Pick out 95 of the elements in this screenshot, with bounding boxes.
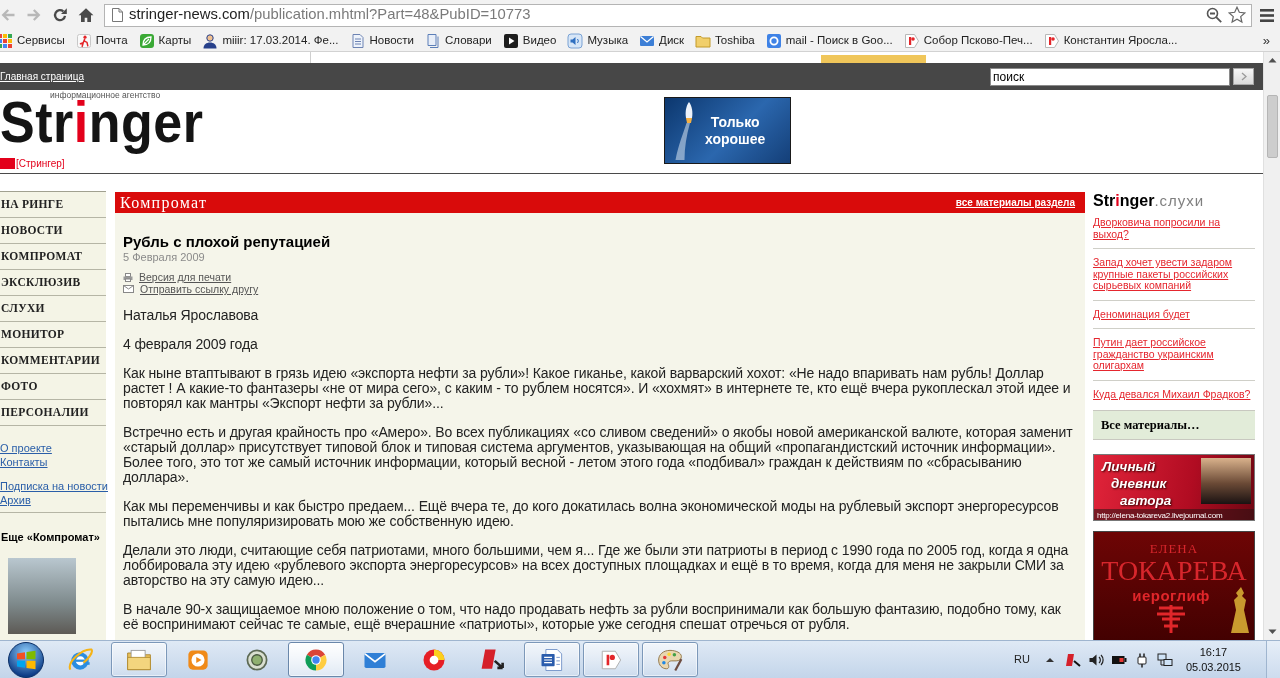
sidebar-link[interactable]: Путин дает российское гражданство украинским олигархам	[1093, 337, 1255, 372]
zoom-icon[interactable]	[1206, 7, 1222, 23]
bookmark[interactable]: Константин Яросла...	[1043, 32, 1178, 49]
nav-item[interactable]: НОВОСТИ	[0, 218, 106, 244]
bookmark[interactable]: Toshiba	[695, 32, 755, 49]
home-link[interactable]: Главная страница	[0, 70, 84, 83]
bookmark[interactable]: Музыка	[567, 32, 629, 49]
more-heading: Еще «Компромат»	[1, 531, 100, 545]
section-link[interactable]: все материалы раздела	[955, 196, 1075, 209]
play-icon	[502, 32, 519, 49]
bookmark[interactable]: Собор Псково-Печ...	[903, 32, 1033, 49]
ad-text: Только хорошее	[705, 113, 766, 148]
nav-link[interactable]: Архив	[0, 493, 31, 507]
nav-link[interactable]: Подписка на новости	[0, 480, 108, 494]
article-paragraph: Встречно есть и другая крайность про «Амеро». Во всех публикациях «со сливом сведений» о якобы новой американской валюте, которая заменит «старый доллар» присутствует типовой блок и типовая система аргументов, указывающая на общий «пропагандистский источник информации». Более того, это тот же самый источник информации, который весной - летом этого года «подбивал» граждан к действиям по «сбрасыванию доллара».	[123, 425, 1074, 485]
section-title: Компромат	[120, 193, 208, 212]
logo-tagline: информационное агентство	[50, 91, 161, 100]
nav-item[interactable]: ФОТО	[0, 374, 106, 400]
network-icon[interactable]	[1156, 651, 1173, 668]
home-icon[interactable]	[78, 7, 94, 23]
bookmark[interactable]: Сервисы	[0, 32, 65, 49]
taskbar-button[interactable]	[642, 642, 698, 677]
bookmark[interactable]: Почта	[75, 32, 128, 49]
logo-subtitle: [Стрингер]	[0, 157, 65, 169]
nav-link[interactable]: О проекте	[0, 442, 52, 456]
nav-item[interactable]: СЛУХИ	[0, 296, 106, 322]
nav-item[interactable]: КОМПРОМАТ	[0, 244, 106, 270]
apps-grid-icon	[0, 32, 13, 49]
bookmark[interactable]: Новости	[349, 32, 415, 49]
sidebar-link[interactable]: Дворковича попросили на выход?	[1093, 217, 1255, 240]
taskbar-button[interactable]	[288, 642, 344, 677]
photo-placeholder[interactable]	[8, 558, 76, 635]
url-text: stringer-news.com/publication.mhtml?Part=48&PubID=10773	[129, 6, 532, 24]
article-paragraph: Как ныне втаптывают в грязь идею «экспорта нефти за рубли»! Какое гиканье, какой варварский хохот: «Не надо впаривать нам рубль! Доллар растет ! А какие-то фантазеры «не от мира сего», с каким - то рублем носятся». И «хохмят» в интернете те, кто ещё вчера рукоплескал этой идее и повторял как мантры «Экспорт нефти за рубли»...	[123, 366, 1072, 411]
search-field[interactable]: поиск	[990, 67, 1230, 86]
taskbar-button[interactable]	[524, 642, 580, 677]
chevron-icon	[1240, 72, 1247, 81]
nav-item[interactable]: КОММЕНТАРИИ	[0, 348, 106, 374]
scroll-thumb[interactable]	[1266, 95, 1278, 158]
nav-item[interactable]: НА РИНГЕ	[0, 192, 106, 218]
bookmark[interactable]: Видео	[502, 32, 557, 49]
sidebar-link[interactable]: Куда девался Михаил Фрадков?	[1093, 388, 1255, 400]
more-bookmarks-button[interactable]: »	[1260, 34, 1272, 47]
all-materials-link[interactable]: Все материалы…	[1101, 417, 1200, 433]
star-icon[interactable]	[1228, 6, 1246, 24]
language-indicator[interactable]: RU	[1014, 652, 1030, 667]
bookmark[interactable]: mail - Поиск в Goo...	[765, 32, 893, 49]
tag-icon	[1043, 32, 1060, 49]
envelope-icon	[123, 285, 134, 293]
taskbar-button[interactable]	[111, 642, 167, 677]
nav-link[interactable]: Контакты	[0, 455, 48, 469]
reload-icon[interactable]	[52, 7, 68, 23]
photo-placeholder	[1201, 458, 1251, 504]
speaker-icon	[567, 32, 584, 49]
leaf-icon	[138, 32, 155, 49]
flag-icon[interactable]	[1064, 651, 1081, 668]
article-paragraph: Делали это люди, считающие себя патриотами, много большими, чем я... Где же были эти патриоты в период с 1990 года по 2005 год, когда я одна лоббировала эту идею «рублевого экспорта энергоресурсов» на всех доступных площадках и ещё в то время, когда для меня не закрыли СМИ за авторство на эту самую идею...	[123, 543, 1070, 588]
taskbar-button[interactable]	[583, 642, 639, 677]
ad-banner[interactable]: Только хорошее	[664, 97, 791, 164]
article-date: 5 Февраля 2009	[123, 251, 205, 264]
menu-icon[interactable]	[1260, 8, 1274, 22]
sidebar-link[interactable]: Деноминация будет	[1093, 308, 1255, 320]
bookmark[interactable]: Карты	[138, 32, 192, 49]
sidebar-link[interactable]: Запад хочет увести задаром крупные пакеты российских сырьевых компаний	[1093, 257, 1255, 292]
article-paragraph: В начале 90-х защищаемое мною положение о том, что надо продавать нефть за рубли воспринимали как большую фантазию, подобно тому, как её воспринимают сейчас те самые, ещё вчерашние «патриоты», которые уже сегодня спешат отречься от рубля.	[123, 602, 1062, 632]
nav-item[interactable]: МОНИТОР	[0, 322, 106, 348]
bookmark[interactable]: Диск	[639, 32, 685, 49]
article-title: Рубль с плохой репутацией	[123, 233, 331, 251]
section-logo: Stringer.слухи	[1093, 192, 1205, 209]
article-author: Наталья Ярославова	[123, 308, 260, 323]
page-icon	[112, 8, 123, 22]
tag-icon	[903, 32, 920, 49]
clock[interactable]: 16:17 05.03.2015	[1185, 644, 1241, 675]
author-last-name: ТОКАРЕВА	[1101, 557, 1247, 585]
printer-icon	[123, 272, 133, 282]
article-action-link[interactable]: Версия для печати	[139, 271, 232, 283]
address-bar[interactable]: stringer-news.com/publication.mhtml?Part=48&PubID=10773	[104, 3, 1252, 27]
banner-text: Личный дневник автора	[1102, 458, 1173, 509]
diary-banner[interactable]: Личный дневник автора http://elena-tokareva2.livejournal.com	[1093, 454, 1255, 521]
banner-url: http://elena-tokareva2.livejournal.com	[1094, 509, 1254, 520]
logo-wordmark: Stringer	[0, 100, 204, 156]
nav-item[interactable]: ЭКСКЛЮЗИВ	[0, 270, 106, 296]
nav-item[interactable]: ПЕРСОНАЛИИ	[0, 400, 106, 426]
article-paragraph: Как мы переменчивы и как быстро предаем... Ещё вчера те, до кого докатилась волна экономической моды на рублевый экспорт энергоресурсов пытались мне популяризировать мою же собственную идею.	[123, 499, 1060, 529]
bookmark[interactable]: miiir: 17.03.2014. Фе...	[202, 32, 339, 49]
tile-icon	[765, 32, 782, 49]
start-orb-icon[interactable]	[6, 640, 46, 678]
author-first-name: ЕЛЕНА	[1149, 542, 1199, 555]
book-title: иероглиф	[1132, 587, 1210, 605]
glyph-icon	[1156, 605, 1186, 633]
scrollbar[interactable]	[1263, 52, 1280, 640]
bookmark[interactable]: Словари	[425, 32, 492, 49]
article-action-link[interactable]: Отправить ссылку другу	[140, 283, 259, 295]
article-dateline: 4 февраля 2009 года	[123, 337, 259, 352]
user-icon	[202, 32, 219, 49]
